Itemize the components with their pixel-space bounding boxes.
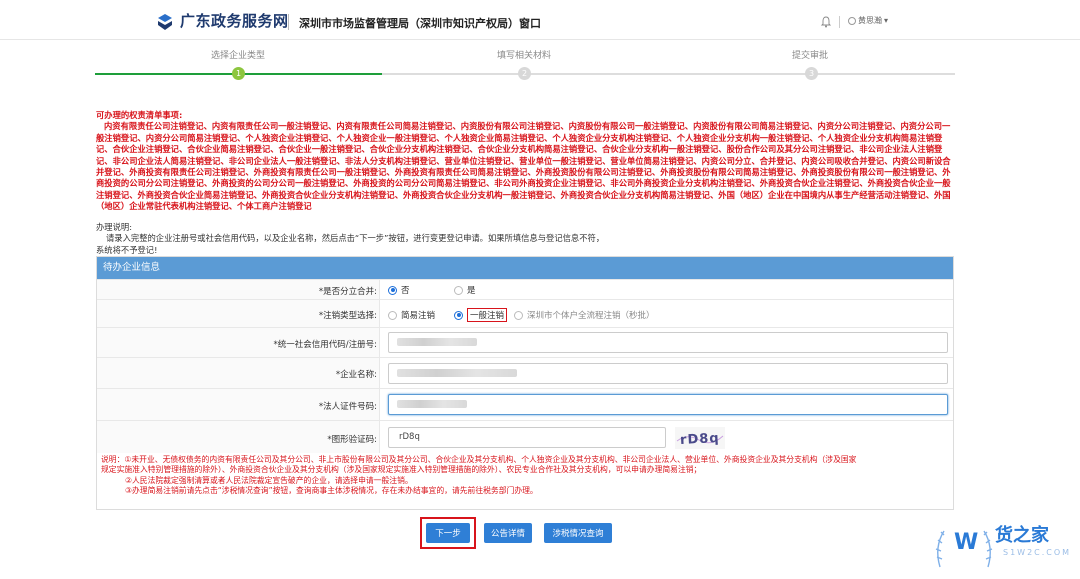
radio-simple-cancel[interactable]: 简易注销 [388, 309, 435, 321]
step-3-label: 提交审批 [792, 51, 829, 61]
remark-line-3: ②人民法院裁定强制清算或者人民法院裁定宣告破产的企业，请选择申请一般注销。 [125, 475, 413, 485]
captcha-row: *图形验证码: rD8q rD8q [97, 420, 953, 453]
radio-general-label: 一般注销 [467, 308, 508, 322]
radio-shenzhen-indicator[interactable] [514, 310, 523, 320]
credit-code-label: *统一社会信用代码/注册号: [273, 340, 377, 350]
radio-general-cancel[interactable]: 一般注销 [454, 308, 508, 322]
svg-text:W: W [954, 530, 978, 555]
radio-simple-indicator[interactable] [388, 310, 397, 320]
user-menu[interactable]: 黄思瀚 ▾ [848, 15, 888, 26]
remark-line-2: 规定实施准入特别管理措施的除外）、外商投资合伙企业及其分支机构（涉及国家规定实施… [101, 465, 702, 475]
credit-code-cell [379, 328, 953, 357]
radio-no-indicator[interactable] [388, 285, 397, 295]
captcha-cell: rD8q rD8q [379, 421, 953, 453]
legal-id-row: *法人证件号码: [97, 388, 953, 420]
guide-line-1: 请录入完整的企业注册号或社会信用代码，以及企业名称，然后点击“下一步”按钮，进行… [106, 233, 605, 244]
cancel-type-row: *注销类型选择: 简易注销 一般注销 深圳市个体户全流程注销（秒批） [97, 299, 953, 327]
radio-general-indicator[interactable] [454, 310, 463, 320]
split-merge-cell: 否 是 [379, 280, 953, 299]
step-1-label: 选择企业类型 [211, 51, 266, 61]
cancel-type-cell: 简易注销 一般注销 深圳市个体户全流程注销（秒批） [379, 300, 953, 327]
redacted-value [397, 369, 517, 377]
pending-company-panel: 待办企业信息 *是否分立合并: 否 是 *注销类型选择: 简易注销 一般注销 深… [96, 256, 954, 510]
tax-query-button[interactable]: 涉税情况查询 [544, 523, 612, 543]
captcha-image-text: rD8q [680, 431, 720, 448]
header-divider [288, 14, 289, 30]
legal-id-label: *法人证件号码: [318, 402, 377, 412]
step-2-dot: 2 [518, 67, 531, 80]
company-name-cell [379, 358, 953, 388]
captcha-input[interactable]: rD8q [388, 427, 666, 448]
credit-code-input[interactable] [388, 332, 948, 353]
chevron-down-icon: ▾ [884, 16, 889, 25]
remark-line-1: 说明：①未开业、无债权债务的内资有限责任公司及其分公司、非上市股份有限公司及其分… [101, 455, 857, 464]
radio-yes[interactable]: 是 [454, 284, 476, 296]
radio-shenzhen-label: 深圳市个体户全流程注销（秒批） [527, 311, 655, 321]
remark-line-4: ③办理简易注销前请先点击“涉税情况查询”按钮，查询商事主体涉税情况，存在未办结事… [125, 486, 538, 496]
radio-no[interactable]: 否 [388, 284, 410, 296]
company-name-label: *企业名称: [335, 370, 377, 380]
credit-code-row: *统一社会信用代码/注册号: [97, 327, 953, 357]
progress-steps: 选择企业类型 填写相关材料 提交审批 1 2 3 [95, 44, 955, 84]
company-name-row: *企业名称: [97, 357, 953, 388]
panel-title: 待办企业信息 [97, 257, 953, 279]
cancel-type-label: *注销类型选择: [318, 311, 377, 321]
guide-text: 办理说明: 请录入完整的企业注册号或社会信用代码，以及企业名称，然后点击“下一步… [96, 222, 956, 256]
notice-title: 可办理的权责清单事项: [96, 110, 183, 120]
bell-icon[interactable] [821, 16, 831, 28]
user-name: 黄思瀚 [858, 16, 882, 25]
radio-yes-indicator[interactable] [454, 285, 463, 295]
next-button[interactable]: 下一步 [426, 523, 470, 543]
guide-title: 办理说明: [96, 222, 132, 232]
watermark-subtext: S1W2C.COM [1003, 548, 1072, 557]
step-2-line [382, 73, 955, 75]
radio-simple-label: 简易注销 [401, 311, 436, 321]
split-merge-row: *是否分立合并: 否 是 [97, 279, 953, 299]
redacted-value [397, 400, 467, 408]
site-title[interactable]: 广东政务服务网 [180, 10, 289, 31]
guide-line-2: 系统将不予登记! [96, 244, 158, 255]
site-logo-icon [158, 14, 172, 30]
radio-shenzhen-individual[interactable]: 深圳市个体户全流程注销（秒批） [514, 309, 655, 321]
step-1-dot: 1 [232, 67, 245, 80]
top-header: 广东政务服务网 深圳市市场监督管理局（深圳市知识产权局）窗口 黄思瀚 ▾ [0, 0, 1080, 40]
captcha-image[interactable]: rD8q [675, 427, 725, 449]
department-title: 深圳市市场监督管理局（深圳市知识产权局）窗口 [299, 17, 541, 30]
captcha-label: *图形验证码: [327, 435, 377, 445]
step-3-dot: 3 [805, 67, 818, 80]
redacted-value [397, 338, 477, 346]
announcement-button[interactable]: 公告详情 [484, 523, 532, 543]
company-name-input[interactable] [388, 363, 948, 384]
notice-body: 内资有限责任公司注销登记、内资有限责任公司一般注销登记、内资有限责任公司简易注销… [96, 121, 951, 212]
header-divider-right [839, 16, 840, 28]
user-icon [848, 16, 856, 25]
legal-id-cell [379, 389, 953, 420]
split-merge-label: *是否分立合并: [318, 287, 377, 297]
radio-no-label: 否 [401, 286, 410, 296]
permission-notice: 可办理的权责清单事项: 内资有限责任公司注销登记、内资有限责任公司一般注销登记、… [96, 110, 956, 213]
step-2-label: 填写相关材料 [497, 51, 552, 61]
legal-id-input[interactable] [388, 394, 948, 415]
watermark-text: 货之家 [995, 525, 1049, 546]
remark-text: 说明：①未开业、无债权债务的内资有限责任公司及其分公司、非上市股份有限公司及其分… [101, 455, 951, 497]
radio-yes-label: 是 [467, 286, 476, 296]
